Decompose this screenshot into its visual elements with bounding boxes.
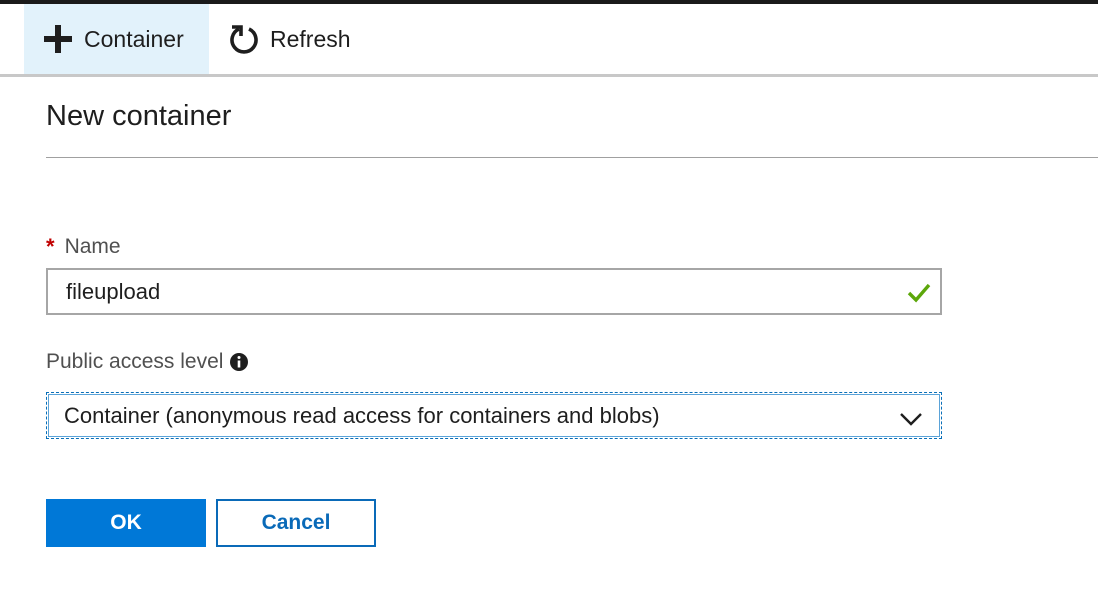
toolbar-divider (0, 74, 1098, 77)
name-input-value: fileupload (66, 278, 161, 304)
ok-button[interactable]: OK (46, 499, 206, 547)
checkmark-icon (906, 280, 932, 312)
required-marker: * (46, 234, 55, 259)
command-bar: Container Refresh (0, 4, 1098, 74)
name-label-text: Name (64, 235, 121, 258)
page-title: New container (46, 100, 232, 132)
title-divider (46, 157, 1098, 158)
name-field-label: * Name (46, 234, 121, 260)
public-access-label-text: Public access level (46, 350, 224, 373)
refresh-button[interactable]: Refresh (228, 4, 368, 74)
add-container-label: Container (84, 25, 184, 52)
refresh-label: Refresh (270, 25, 351, 52)
info-icon[interactable] (229, 352, 249, 372)
public-access-select[interactable]: Container (anonymous read access for con… (46, 392, 942, 439)
cancel-button[interactable]: Cancel (216, 499, 376, 547)
plus-icon (42, 23, 74, 55)
add-container-button[interactable]: Container (24, 4, 209, 74)
public-access-selected-value: Container (anonymous read access for con… (64, 402, 660, 428)
name-input[interactable]: fileupload (46, 268, 942, 315)
chevron-down-icon (899, 407, 923, 433)
public-access-label: Public access level (46, 350, 249, 374)
refresh-icon (228, 23, 260, 55)
